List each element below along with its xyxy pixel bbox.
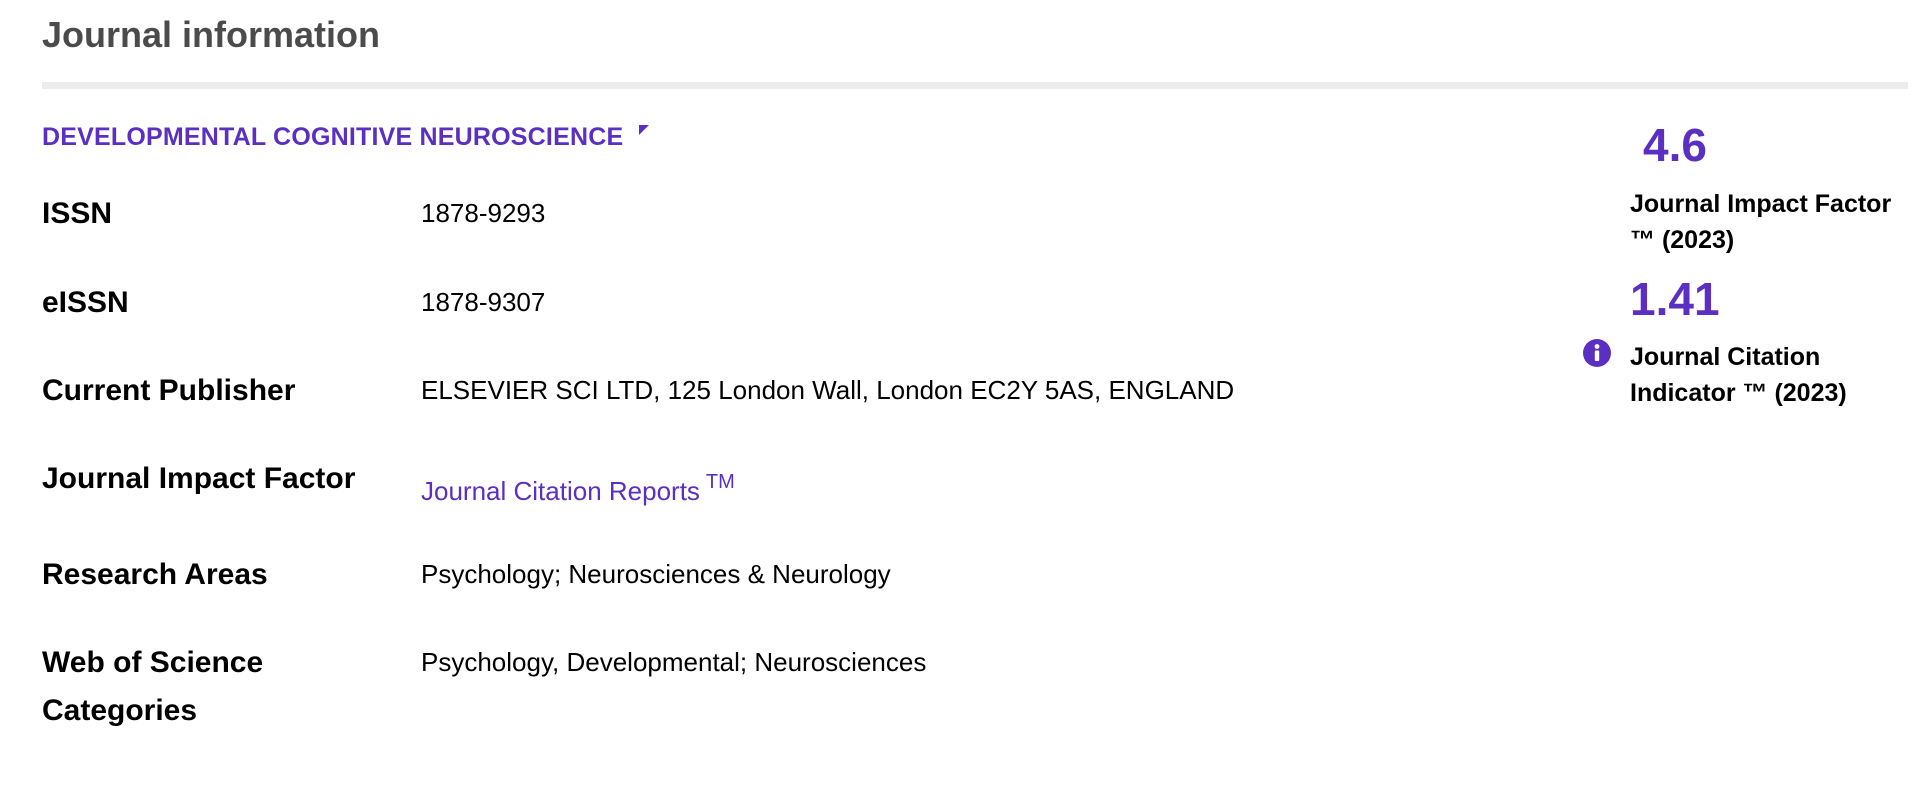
jci-label-line1: Journal Citation: [1630, 343, 1821, 371]
field-label: ISSN: [42, 197, 113, 230]
expand-caret-icon: [639, 125, 650, 135]
field-value: ELSEVIER SCI LTD, 125 London Wall, Londo…: [421, 375, 1235, 405]
field-label: Web of Science Categories: [42, 639, 382, 735]
journal-name-text: DEVELOPMENTAL COGNITIVE NEUROSCIENCE: [42, 123, 624, 151]
journal-citation-reports-link[interactable]: Journal Citation Reports TM: [421, 465, 735, 508]
jif-label-line2: ™ (2023): [1630, 226, 1735, 254]
jci-value: 1.41: [1630, 273, 1720, 325]
field-label: Journal Impact Factor: [42, 462, 356, 495]
section-title: Journal information: [42, 14, 381, 55]
field-label: eISSN: [42, 286, 129, 319]
journal-name-link[interactable]: DEVELOPMENTAL COGNITIVE NEUROSCIENCE: [42, 123, 650, 152]
field-value: Psychology; Neurosciences & Neurology: [421, 559, 891, 589]
link-text: Journal Citation Reports: [421, 476, 700, 506]
field-label: Current Publisher: [42, 374, 296, 407]
field-value: 1878-9307: [421, 287, 546, 317]
jci-label: Journal Citation Indicator ™ (2023): [1630, 339, 1920, 411]
trademark-sup: TM: [705, 471, 735, 493]
field-label: Research Areas: [42, 558, 268, 591]
field-value: Psychology, Developmental; Neurosciences: [421, 647, 927, 677]
section-divider: [42, 82, 1908, 89]
jif-label-line1: Journal Impact Factor: [1630, 190, 1892, 218]
field-value: 1878-9293: [421, 198, 546, 228]
jci-label-line2: Indicator ™ (2023): [1630, 379, 1847, 407]
jif-label: Journal Impact Factor ™ (2023): [1630, 186, 1920, 258]
field-label-line2: Categories: [42, 694, 198, 727]
jif-value: 4.6: [1643, 119, 1707, 171]
field-label-line1: Web of Science: [42, 646, 264, 679]
info-icon[interactable]: [1583, 339, 1611, 367]
